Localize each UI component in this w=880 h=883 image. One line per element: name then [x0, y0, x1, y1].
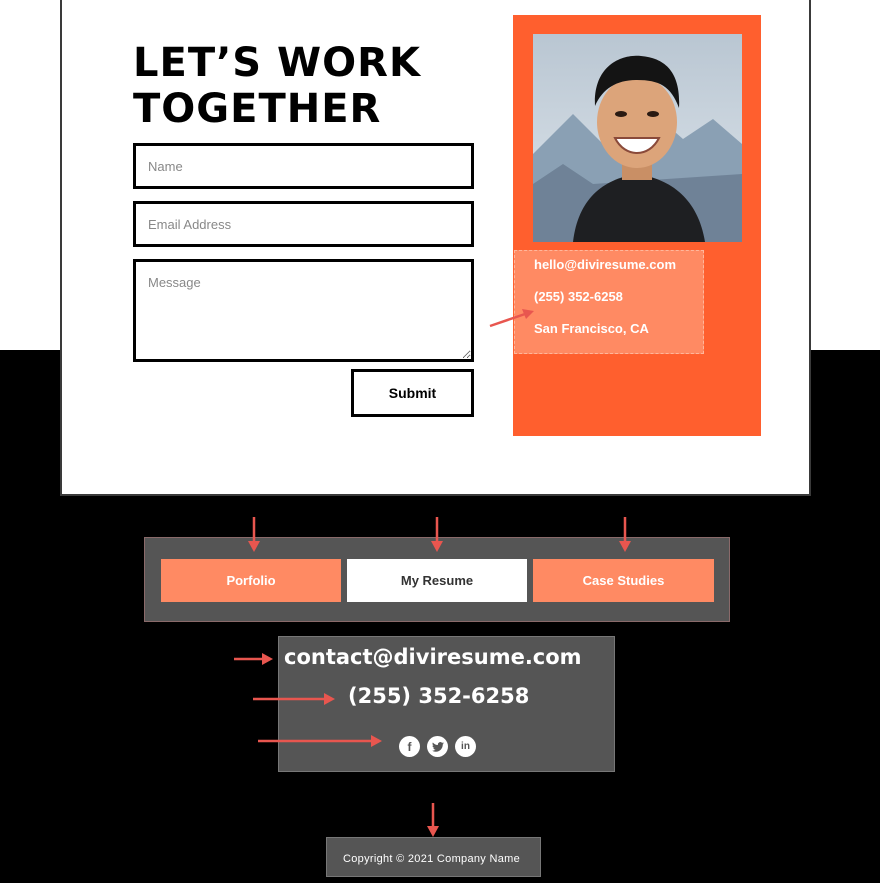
profile-phone-link[interactable]: (255) 352-6258 [534, 289, 623, 304]
nav-buttons-row: Porfolio My Resume Case Studies [144, 537, 730, 622]
footer-contact-box: contact@diviresume.com (255) 352-6258 f … [278, 636, 615, 772]
submit-button[interactable]: Submit [351, 369, 474, 417]
linkedin-icon[interactable]: in [455, 736, 476, 757]
annotation-arrow [427, 803, 439, 837]
annotation-arrow [234, 653, 273, 665]
title-line-2: TOGETHER [133, 86, 382, 132]
my-resume-button[interactable]: My Resume [347, 559, 527, 602]
case-studies-button[interactable]: Case Studies [533, 559, 714, 602]
profile-contact-box: hello@diviresume.com (255) 352-6258 San … [514, 250, 704, 354]
copyright-text: Copyright © 2021 Company Name [343, 853, 520, 865]
message-field[interactable] [133, 259, 474, 362]
profile-email-link[interactable]: hello@diviresume.com [534, 257, 676, 272]
twitter-icon[interactable] [427, 736, 448, 757]
email-field[interactable] [133, 201, 474, 247]
title-line-1: LET’S WORK [133, 40, 421, 86]
footer-phone-link[interactable]: (255) 352-6258 [348, 684, 529, 708]
profile-photo [533, 34, 742, 242]
page-title: LET’S WORK TOGETHER [133, 40, 421, 132]
facebook-icon[interactable]: f [399, 736, 420, 757]
footer-email-link[interactable]: contact@diviresume.com [284, 645, 582, 669]
portfolio-button[interactable]: Porfolio [161, 559, 341, 602]
copyright-box: Copyright © 2021 Company Name [326, 837, 541, 877]
profile-location: San Francisco, CA [534, 321, 649, 336]
name-field[interactable] [133, 143, 474, 189]
